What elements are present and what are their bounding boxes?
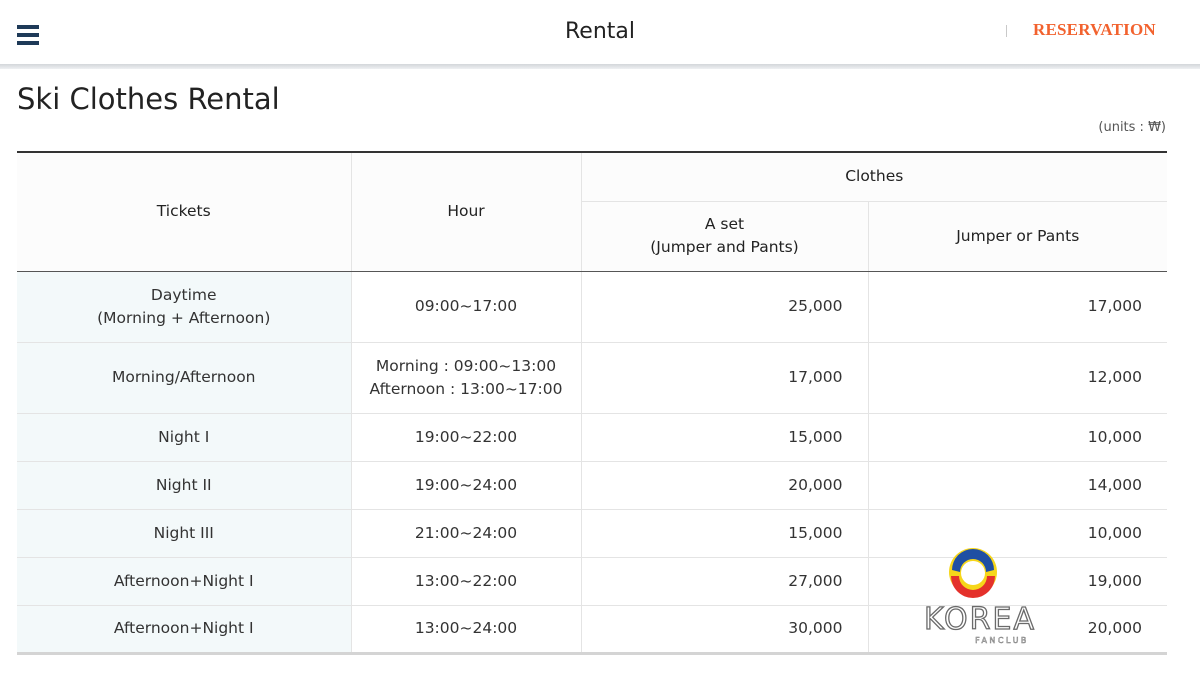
- price-set-cell: 17,000: [581, 342, 869, 414]
- price-single-cell: 12,000: [868, 342, 1167, 414]
- header-title: Rental: [565, 19, 635, 44]
- table-row: Daytime (Morning + Afternoon) 09:00~17:00 2…: [17, 271, 1167, 343]
- price-single-cell: 17,000: [868, 271, 1167, 343]
- hour-range: 09:00~17:00: [414, 297, 518, 315]
- ticket-name: Night III: [153, 523, 214, 542]
- rental-price-table: Tickets Hour Clothes A set (Jumper and P…: [17, 151, 1167, 655]
- ticket-name: Daytime: [150, 285, 217, 304]
- ticket-name: Night I: [158, 427, 210, 446]
- table-row: Morning/Afternoon Morning : 09:00~13:00 Af…: [17, 342, 1167, 414]
- ticket-name: Afternoon+Night I: [113, 619, 254, 637]
- hour-cell: 19:00~22:00: [351, 413, 582, 462]
- hour-cell: 13:00~24:00: [351, 605, 582, 655]
- table-row: Night II 19:00~24:00 20,000 14,000: [17, 461, 1167, 510]
- hour-range: 19:00~24:00: [414, 475, 518, 494]
- table-row: Night I 19:00~22:00 15,000 10,000: [17, 413, 1167, 462]
- header-divider: [1006, 25, 1007, 37]
- price-single-cell: 19,000: [868, 557, 1167, 606]
- ticket-name: Afternoon+Night I: [113, 571, 254, 590]
- hour-cell: 21:00~24:00: [351, 509, 582, 558]
- header-a-set-line2: (Jumper and Pants): [650, 238, 799, 256]
- ticket-cell: Night III: [17, 509, 352, 558]
- ticket-cell: Night II: [17, 461, 352, 510]
- price-set-cell: 20,000: [581, 461, 869, 510]
- reservation-link[interactable]: RESERVATION: [1033, 20, 1156, 40]
- hour-cell: 09:00~17:00: [351, 271, 582, 343]
- ticket-detail: (Morning + Afternoon): [97, 308, 271, 327]
- top-header: Rental RESERVATION: [0, 0, 1200, 66]
- hour-cell: 19:00~24:00: [351, 461, 582, 510]
- ticket-cell: Morning/Afternoon: [17, 342, 352, 414]
- price-set-cell: 15,000: [581, 509, 869, 558]
- hour-range: 21:00~24:00: [414, 523, 518, 542]
- price-single-cell: 14,000: [868, 461, 1167, 510]
- page-title: Ski Clothes Rental: [17, 82, 280, 116]
- price-set-cell: 30,000: [581, 605, 869, 655]
- table-row: Night III 21:00~24:00 15,000 10,000: [17, 509, 1167, 558]
- hour-cell: 13:00~22:00: [351, 557, 582, 606]
- table-body: Daytime (Morning + Afternoon) 09:00~17:00 2…: [17, 271, 1167, 655]
- price-set-cell: 15,000: [581, 413, 869, 462]
- ticket-cell: Afternoon+Night I: [17, 557, 352, 606]
- header-a-set-line1: A set: [704, 215, 745, 233]
- hour-range: Afternoon : 13:00~17:00: [369, 379, 563, 398]
- ticket-name: Night II: [155, 475, 212, 494]
- ticket-cell: Daytime (Morning + Afternoon): [17, 271, 352, 343]
- hour-range: 13:00~24:00: [414, 619, 518, 637]
- price-single-cell: 20,000: [868, 605, 1167, 655]
- price-set-cell: 27,000: [581, 557, 869, 606]
- hour-range: Morning : 09:00~13:00: [375, 356, 557, 375]
- ticket-cell: Night I: [17, 413, 352, 462]
- ticket-name: Morning/Afternoon: [111, 368, 256, 386]
- ticket-cell: Afternoon+Night I: [17, 605, 352, 655]
- table-row: Afternoon+Night I 13:00~24:00 30,000 20,000: [17, 605, 1167, 655]
- header-shadow: [0, 64, 1200, 69]
- units-note: (units : ₩): [1098, 120, 1166, 135]
- table-row: Afternoon+Night I 13:00~22:00 27,000 19,000: [17, 557, 1167, 606]
- hour-range: 19:00~22:00: [414, 427, 518, 446]
- hour-cell: Morning : 09:00~13:00 Afternoon : 13:00~1…: [351, 342, 582, 414]
- header-hour: Hour: [351, 151, 582, 272]
- price-single-cell: 10,000: [868, 509, 1167, 558]
- hour-range: 13:00~22:00: [414, 571, 518, 590]
- header-a-set: A set (Jumper and Pants): [581, 200, 869, 272]
- header-clothes: Clothes: [581, 151, 1167, 201]
- header-tickets: Tickets: [17, 151, 352, 272]
- header-jumper-or-pants: Jumper or Pants: [868, 200, 1167, 272]
- price-single-cell: 10,000: [868, 413, 1167, 462]
- price-set-cell: 25,000: [581, 271, 869, 343]
